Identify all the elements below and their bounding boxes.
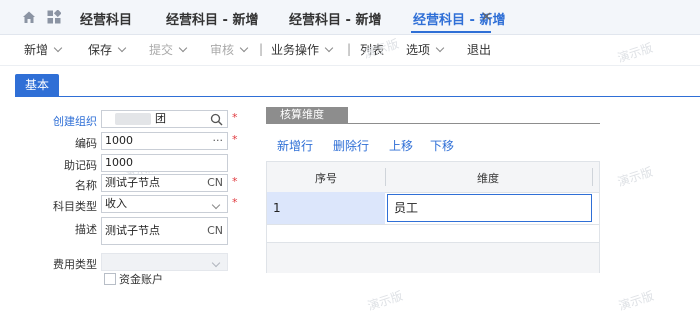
row-index-cell[interactable]: 1 bbox=[267, 192, 385, 224]
org-label[interactable]: 创建组织 bbox=[7, 113, 97, 129]
save-button-label: 保存 bbox=[88, 43, 113, 57]
org-field[interactable]: 团 bbox=[101, 110, 228, 128]
account-type-value: 收入 bbox=[105, 197, 127, 210]
account-type-label: 科目类型 bbox=[53, 200, 97, 213]
required-mark: * bbox=[232, 111, 238, 124]
search-icon[interactable] bbox=[210, 113, 223, 126]
chevron-down-icon bbox=[324, 43, 334, 53]
add-row-button[interactable]: 新增行 bbox=[277, 137, 313, 154]
tab-bar: 经营科目 经营科目 - 新增 经营科目 - 新增 经营科目 - 新增 ✕ bbox=[0, 0, 700, 35]
name-label: 名称 bbox=[75, 179, 97, 192]
options-button-label: 选项 bbox=[406, 43, 431, 57]
table-row[interactable]: 1 员工 bbox=[267, 192, 599, 225]
dimension-cell-input[interactable]: 员工 bbox=[387, 194, 592, 222]
home-icon[interactable] bbox=[22, 10, 36, 24]
tab-basic[interactable]: 基本 bbox=[15, 74, 59, 96]
fund-account-label: 资金账户 bbox=[119, 273, 163, 286]
grid-header: 序号 维度 bbox=[267, 162, 599, 193]
toolbar-separator: | bbox=[259, 42, 264, 56]
code-field[interactable]: 1000 ··· bbox=[101, 132, 228, 150]
mnemonic-field[interactable]: 1000 bbox=[101, 154, 228, 172]
list-button[interactable]: 列表 bbox=[360, 41, 384, 58]
redacted-org-name bbox=[115, 113, 151, 125]
watermark: 演示版 bbox=[616, 288, 656, 314]
fund-account-checkbox[interactable] bbox=[104, 273, 116, 285]
watermark: 演示版 bbox=[365, 288, 405, 314]
description-label: 描述 bbox=[75, 223, 97, 236]
section-divider bbox=[15, 96, 700, 97]
close-tab-icon[interactable]: ✕ bbox=[481, 10, 492, 25]
mnemonic-label: 助记码 bbox=[64, 159, 97, 172]
save-button[interactable]: 保存 bbox=[88, 41, 127, 58]
dimension-grid: 序号 维度 1 员工 bbox=[266, 161, 600, 273]
chevron-down-icon[interactable] bbox=[211, 200, 221, 210]
description-field[interactable]: 测试子节点 CN bbox=[101, 217, 228, 245]
name-value: 测试子节点 bbox=[105, 176, 160, 189]
code-value: 1000 bbox=[105, 134, 133, 147]
audit-button[interactable]: 审核 bbox=[210, 41, 249, 58]
apps-grid-icon[interactable] bbox=[47, 10, 61, 24]
watermark: 演示版 bbox=[615, 164, 655, 190]
delete-row-button[interactable]: 删除行 bbox=[333, 137, 369, 154]
chevron-down-icon bbox=[178, 43, 188, 53]
required-mark: * bbox=[232, 133, 238, 146]
column-divider bbox=[592, 168, 593, 186]
tab-account-new-1[interactable]: 经营科目 - 新增 bbox=[166, 9, 258, 28]
expense-type-label: 费用类型 bbox=[53, 258, 97, 271]
name-language-button[interactable]: CN bbox=[207, 175, 223, 191]
mnemonic-value: 1000 bbox=[105, 156, 133, 169]
column-header-index[interactable]: 序号 bbox=[267, 170, 385, 186]
description-language-button[interactable]: CN bbox=[207, 218, 223, 244]
description-value: 测试子节点 bbox=[105, 224, 160, 237]
tab-account-list[interactable]: 经营科目 bbox=[80, 9, 132, 28]
toolbar: 新增 保存 提交 审核 | 业务操作 | 列表 选项 退出 bbox=[0, 35, 700, 66]
grid-footer bbox=[267, 242, 599, 273]
tab-accounting-dimension[interactable]: 核算维度 bbox=[266, 107, 348, 123]
chevron-down-icon bbox=[435, 43, 445, 53]
required-mark: * bbox=[232, 196, 238, 209]
name-field[interactable]: 测试子节点 CN bbox=[101, 174, 228, 192]
new-button[interactable]: 新增 bbox=[24, 41, 63, 58]
chevron-down-icon bbox=[117, 43, 127, 53]
expense-type-select bbox=[101, 253, 228, 271]
business-ops-label: 业务操作 bbox=[271, 43, 320, 57]
move-up-button[interactable]: 上移 bbox=[389, 137, 413, 154]
required-mark: * bbox=[232, 175, 238, 188]
toolbar-separator: | bbox=[347, 42, 352, 56]
move-down-button[interactable]: 下移 bbox=[430, 137, 454, 154]
submit-button-label: 提交 bbox=[149, 43, 174, 57]
chevron-down-icon bbox=[211, 258, 221, 268]
chevron-down-icon bbox=[239, 43, 249, 53]
active-tab-indicator bbox=[411, 31, 491, 33]
panel-divider bbox=[266, 123, 600, 124]
chevron-down-icon bbox=[53, 43, 63, 53]
submit-button[interactable]: 提交 bbox=[149, 41, 188, 58]
options-button[interactable]: 选项 bbox=[406, 41, 445, 58]
audit-button-label: 审核 bbox=[210, 43, 235, 57]
code-more-button[interactable]: ··· bbox=[213, 133, 224, 149]
tab-account-new-2[interactable]: 经营科目 - 新增 bbox=[289, 9, 381, 28]
column-header-dimension[interactable]: 维度 bbox=[385, 170, 591, 186]
org-value: 团 bbox=[155, 112, 166, 125]
new-button-label: 新增 bbox=[24, 43, 49, 57]
code-label: 编码 bbox=[75, 137, 97, 150]
business-ops-button[interactable]: 业务操作 bbox=[271, 41, 334, 58]
exit-button[interactable]: 退出 bbox=[467, 41, 491, 58]
account-type-select[interactable]: 收入 bbox=[101, 195, 228, 213]
